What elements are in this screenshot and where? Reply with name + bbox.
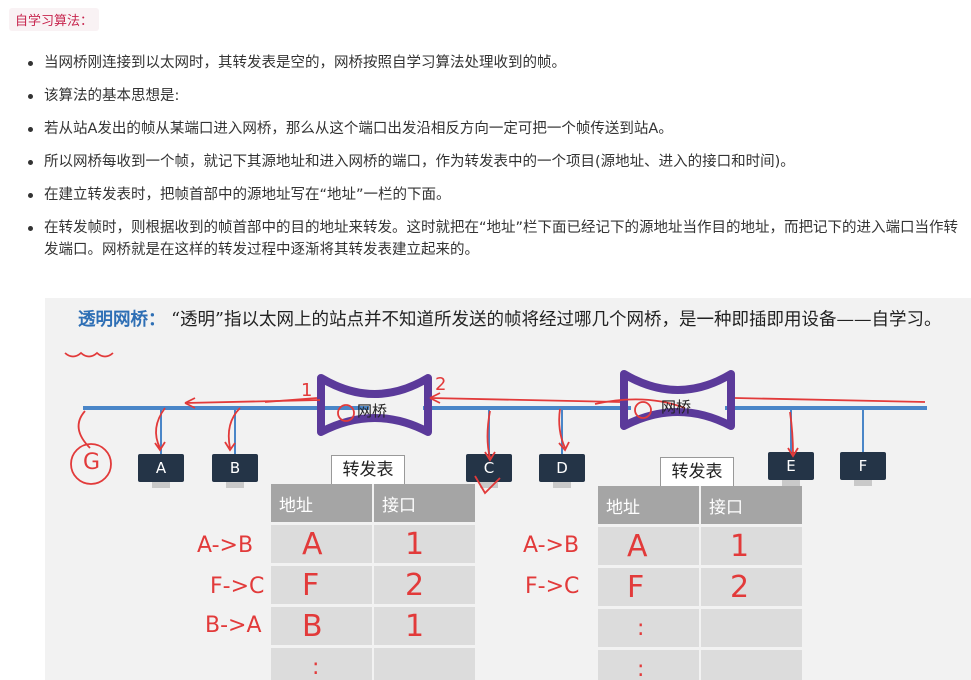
table-row: : (598, 647, 804, 680)
table-row: B1 (271, 604, 477, 647)
bridge-2-label: 网桥 (661, 398, 692, 416)
table-1-annotation-1: A->B (197, 533, 254, 558)
table-row: A1 (598, 524, 804, 567)
table-header: 地址 (271, 484, 374, 524)
table-row: F2 (598, 565, 804, 608)
table-row: : (271, 645, 477, 680)
bullet-list: 当网桥刚连接到以太网时，其转发表是空的，网桥按照自学习算法处理收到的帧。 该算法… (0, 52, 969, 272)
handwritten-g-label: G (83, 450, 101, 475)
list-item: 若从站A发出的帧从某端口进入网桥，那么从这个端口出发沿相反方向一定可把一个帧传送… (28, 118, 969, 140)
table-2-annotation-1: A->B (523, 533, 580, 558)
handwritten-arrows (64, 351, 926, 495)
bridge-drawings (64, 351, 926, 495)
bridge-1-label: 网桥 (357, 402, 388, 420)
list-item: 该算法的基本思想是: (28, 85, 969, 107)
forwarding-table-2: 地址 接口 A1 F2 : : (598, 486, 804, 680)
table-row: : (598, 606, 804, 649)
list-item: 所以网桥每收到一个帧，就记下其源地址和进入网桥的端口，作为转发表中的一个项目(源… (28, 151, 969, 173)
list-item: 在建立转发表时，把帧首部中的源地址写在“地址”一栏的下面。 (28, 184, 969, 206)
section-heading: 自学习算法： (9, 8, 100, 31)
forwarding-table-1-title: 转发表 (331, 455, 405, 485)
table-1-annotation-3: B->A (205, 613, 262, 638)
list-item: 在转发帧时，则根据收到的帧首部中的目的地址来转发。这时就把在“地址”栏下面已经记… (28, 217, 969, 261)
forwarding-table-1: 地址 接口 A1 F2 B1 : (271, 484, 477, 680)
table-2-annotation-2: F->C (525, 574, 580, 599)
list-item: 当网桥刚连接到以太网时，其转发表是空的，网桥按照自学习算法处理收到的帧。 (28, 52, 969, 74)
transparent-bridge-slide: 透明网桥： “透明”指以太网上的站点并不知道所发送的帧将经过哪几个网桥，是一种即… (45, 298, 971, 680)
handwritten-port-1: 1 (301, 380, 313, 401)
forwarding-table-2-title: 转发表 (660, 457, 734, 487)
table-row: F2 (271, 563, 477, 606)
table-header: 地址 (598, 486, 701, 526)
handwritten-port-2: 2 (435, 374, 447, 395)
table-1-annotation-2: F->C (210, 574, 265, 599)
table-row: A1 (271, 522, 477, 565)
table-header: 接口 (700, 486, 804, 526)
table-header: 接口 (373, 484, 477, 524)
